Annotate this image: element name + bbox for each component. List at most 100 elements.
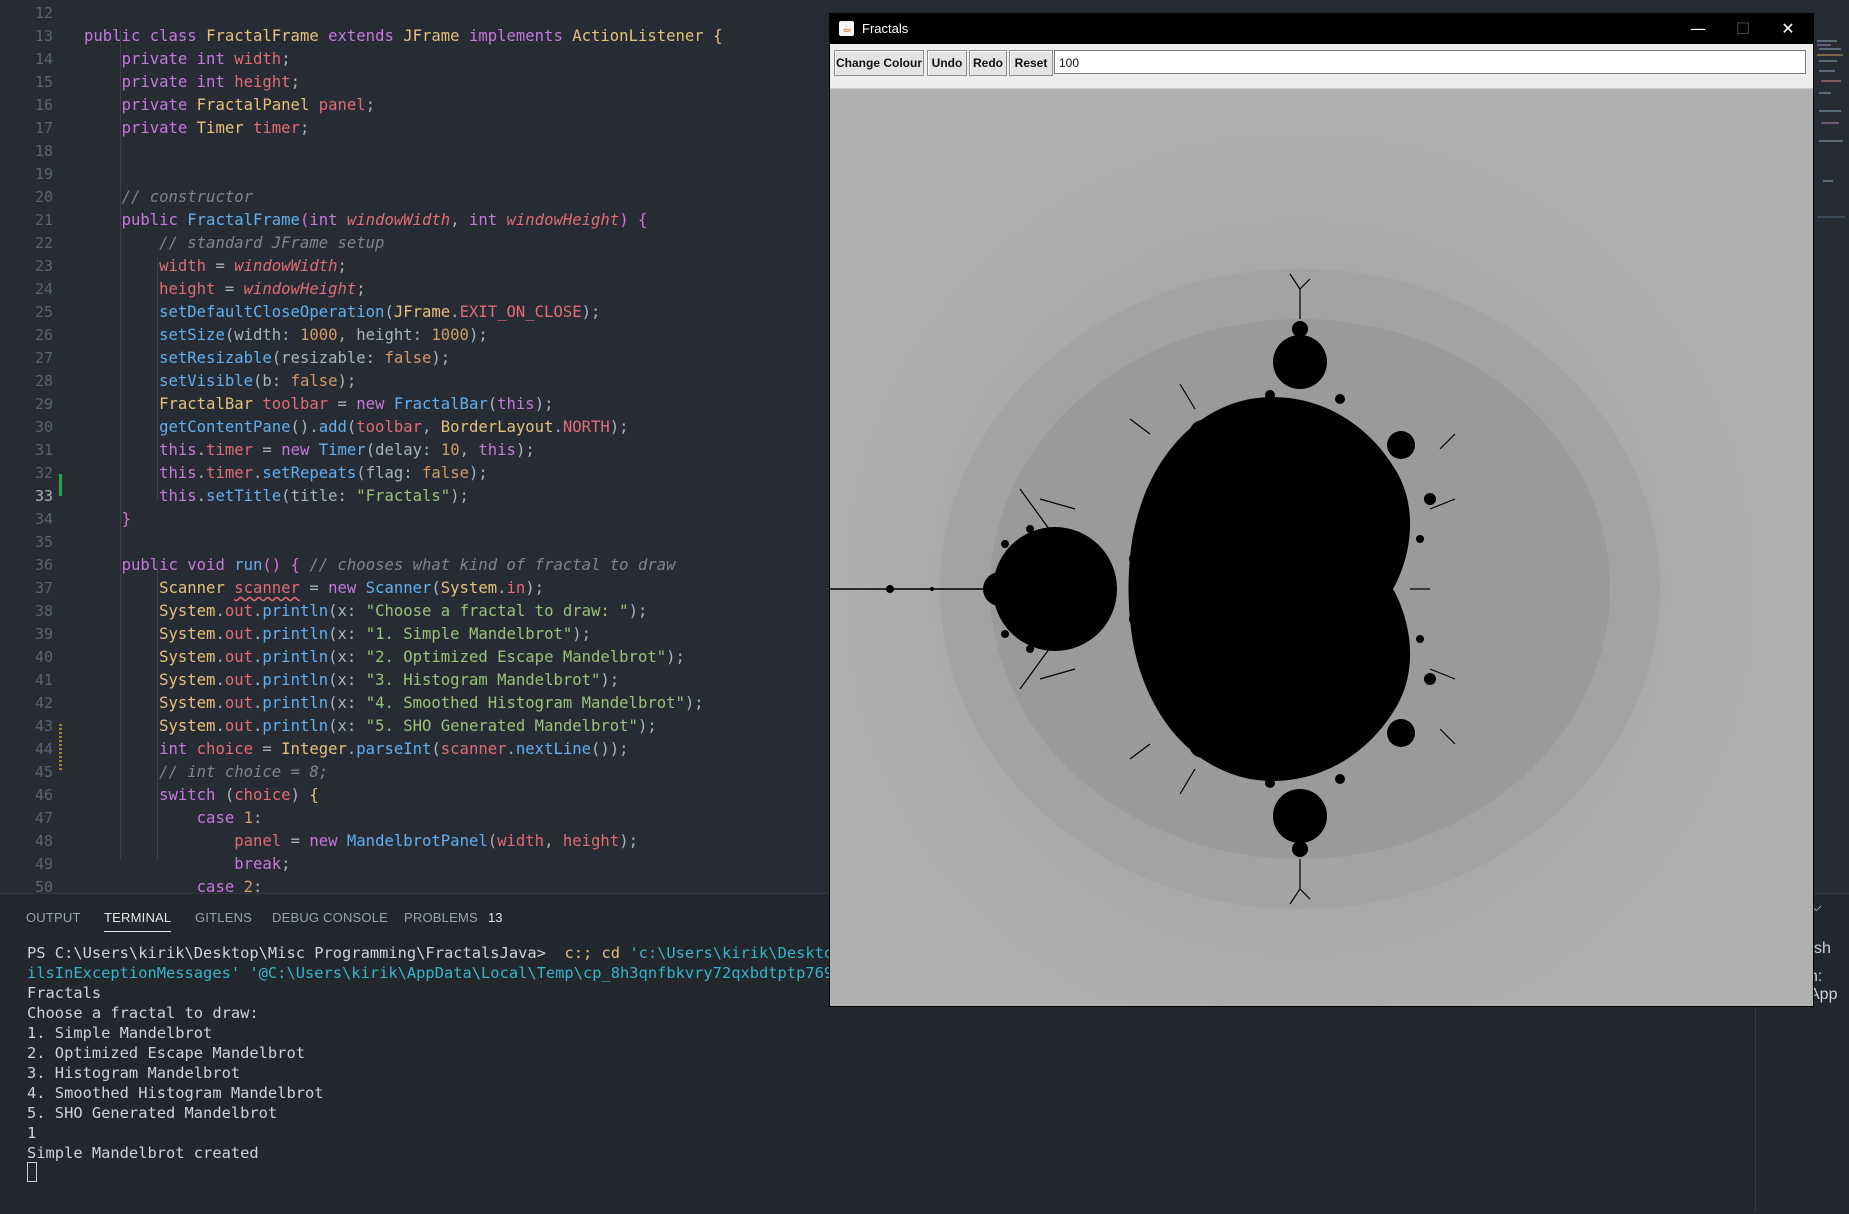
line-number: 40 bbox=[34, 648, 53, 666]
terminal-list-item[interactable]: n: App bbox=[1809, 968, 1849, 1004]
code-line[interactable]: // standard JFrame setup bbox=[84, 232, 384, 255]
code-line[interactable]: setVisible(b: false); bbox=[84, 370, 356, 393]
code-line[interactable]: break; bbox=[84, 853, 290, 876]
terminal-line: ilsInExceptionMessages' '@C:\Users\kirik… bbox=[27, 964, 852, 982]
code-line[interactable]: case 1: bbox=[84, 807, 263, 830]
line-number: 17 bbox=[34, 119, 53, 137]
change-colour-button[interactable]: Change Colour bbox=[834, 50, 924, 76]
terminal-list-item[interactable]: sh bbox=[1814, 940, 1831, 958]
iterations-input[interactable]: 100 bbox=[1054, 50, 1806, 74]
line-number: 42 bbox=[34, 694, 53, 712]
code-line[interactable]: setDefaultCloseOperation(JFrame.EXIT_ON_… bbox=[84, 301, 600, 324]
line-number: 28 bbox=[34, 372, 53, 390]
reset-button[interactable]: Reset bbox=[1009, 50, 1053, 76]
line-number: 33 bbox=[34, 487, 53, 505]
line-number: 13 bbox=[34, 27, 53, 45]
line-number: 25 bbox=[34, 303, 53, 321]
terminal-line: 1 bbox=[27, 1124, 37, 1142]
code-line[interactable]: Scanner scanner = new Scanner(System.in)… bbox=[84, 577, 544, 600]
code-line[interactable]: width = windowWidth; bbox=[84, 255, 347, 278]
code-line[interactable]: private int height; bbox=[84, 71, 300, 94]
line-number: 45 bbox=[34, 763, 53, 781]
line-number-gutter: 12 13 14 15 16 17 18 19 20 21 22 23 24 25 26 27 28 29 30 31… bbox=[0, 0, 60, 896]
line-number: 47 bbox=[34, 809, 53, 827]
terminal-line: 1. Simple Mandelbrot bbox=[27, 1024, 213, 1042]
problems-count-badge: 13 bbox=[488, 910, 503, 925]
line-number: 22 bbox=[34, 234, 53, 252]
indent-guide bbox=[157, 258, 158, 500]
tab-debug-console[interactable]: DEBUG CONSOLE bbox=[272, 910, 388, 925]
terminal-line: PS C:\Users\kirik\Desktop\Misc Programmi… bbox=[27, 943, 852, 963]
indent-guide bbox=[120, 30, 121, 860]
fractal-canvas[interactable] bbox=[830, 89, 1813, 1006]
code-line[interactable]: // constructor bbox=[84, 186, 253, 209]
line-number: 15 bbox=[34, 73, 53, 91]
code-line[interactable]: System.out.println(x: "4. Smoothed Histo… bbox=[84, 692, 704, 715]
code-line[interactable]: int choice = Integer.parseInt(scanner.ne… bbox=[84, 738, 628, 761]
tab-terminal[interactable]: TERMINAL bbox=[104, 910, 172, 932]
code-line[interactable]: } bbox=[84, 508, 131, 531]
code-line[interactable]: height = windowHeight; bbox=[84, 278, 366, 301]
line-number: 26 bbox=[34, 326, 53, 344]
terminal-line: Fractals bbox=[27, 984, 102, 1002]
line-number: 31 bbox=[34, 441, 53, 459]
code-line[interactable]: setSize(width: 1000, height: 1000); bbox=[84, 324, 488, 347]
line-number: 23 bbox=[34, 257, 53, 275]
line-number: 35 bbox=[34, 533, 53, 551]
terminal-line: 3. Histogram Mandelbrot bbox=[27, 1064, 241, 1082]
minimap[interactable] bbox=[1815, 40, 1847, 220]
terminal-line: Choose a fractal to draw: bbox=[27, 1004, 259, 1022]
code-line[interactable]: System.out.println(x: "2. Optimized Esca… bbox=[84, 646, 685, 669]
code-line[interactable]: private FractalPanel panel; bbox=[84, 94, 376, 117]
code-line[interactable]: public void run() { // chooses what kind… bbox=[84, 554, 676, 577]
terminal-command: c:; cd bbox=[555, 944, 630, 962]
window-title: Fractals bbox=[862, 21, 909, 36]
tab-problems[interactable]: PROBLEMS bbox=[404, 910, 478, 925]
line-number: 36 bbox=[34, 556, 53, 574]
code-line[interactable]: System.out.println(x: "3. Histogram Mand… bbox=[84, 669, 619, 692]
terminal-cursor bbox=[27, 1162, 37, 1182]
code-line[interactable]: this.timer = new Timer(delay: 10, this); bbox=[84, 439, 535, 462]
line-number: 24 bbox=[34, 280, 53, 298]
code-line[interactable]: System.out.println(x: "1. Simple Mandelb… bbox=[84, 623, 591, 646]
close-icon[interactable]: ✕ bbox=[1766, 16, 1810, 42]
code-line[interactable]: this.timer.setRepeats(flag: false); bbox=[84, 462, 488, 485]
code-line[interactable]: getContentPane().add(toolbar, BorderLayo… bbox=[84, 416, 628, 439]
git-added-marker bbox=[59, 474, 62, 496]
line-number: 16 bbox=[34, 96, 53, 114]
fractal-toolbar: Change Colour Undo Redo Reset 100 bbox=[830, 44, 1813, 89]
java-icon: ☕ bbox=[839, 21, 854, 36]
redo-button[interactable]: Redo bbox=[969, 50, 1007, 76]
line-number: 21 bbox=[34, 211, 53, 229]
line-number: 14 bbox=[34, 50, 53, 68]
minimize-icon[interactable]: — bbox=[1676, 16, 1720, 42]
tab-gitlens[interactable]: GITLENS bbox=[195, 910, 252, 925]
line-number: 44 bbox=[34, 740, 53, 758]
code-line[interactable]: private Timer timer; bbox=[84, 117, 310, 140]
fractals-window: ☕ Fractals — ☐ ✕ Change Colour Undo Redo… bbox=[830, 14, 1813, 1006]
line-number: 30 bbox=[34, 418, 53, 436]
code-line[interactable]: System.out.println(x: "Choose a fractal … bbox=[84, 600, 647, 623]
code-line[interactable]: public FractalFrame(int windowWidth, int… bbox=[84, 209, 648, 232]
code-line[interactable]: System.out.println(x: "5. SHO Generated … bbox=[84, 715, 657, 738]
code-line[interactable]: panel = new MandelbrotPanel(width, heigh… bbox=[84, 830, 638, 853]
code-line[interactable]: private int width; bbox=[84, 48, 291, 71]
terminal-line: 4. Smoothed Histogram Mandelbrot bbox=[27, 1084, 324, 1102]
line-number: 43 bbox=[34, 717, 53, 735]
code-line[interactable]: FractalBar toolbar = new FractalBar(this… bbox=[84, 393, 553, 416]
undo-button[interactable]: Undo bbox=[927, 50, 967, 76]
mandelbrot-image bbox=[830, 89, 1813, 1006]
line-number: 37 bbox=[34, 579, 53, 597]
line-number: 39 bbox=[34, 625, 53, 643]
line-number: 34 bbox=[34, 510, 53, 528]
line-number: 49 bbox=[34, 855, 53, 873]
code-line[interactable]: this.setTitle(title: "Fractals"); bbox=[84, 485, 469, 508]
code-line[interactable]: public class FractalFrame extends JFrame… bbox=[84, 25, 722, 48]
tab-output[interactable]: OUTPUT bbox=[26, 910, 81, 925]
terminal-line: 5. SHO Generated Mandelbrot bbox=[27, 1104, 278, 1122]
terminal-prompt: PS C:\Users\kirik\Desktop\Misc Programmi… bbox=[27, 944, 556, 962]
git-modified-marker bbox=[59, 724, 62, 770]
code-line[interactable]: setResizable(resizable: false); bbox=[84, 347, 450, 370]
line-number: 18 bbox=[34, 142, 53, 160]
window-title-bar[interactable]: ☕ Fractals — ☐ ✕ bbox=[830, 14, 1813, 44]
